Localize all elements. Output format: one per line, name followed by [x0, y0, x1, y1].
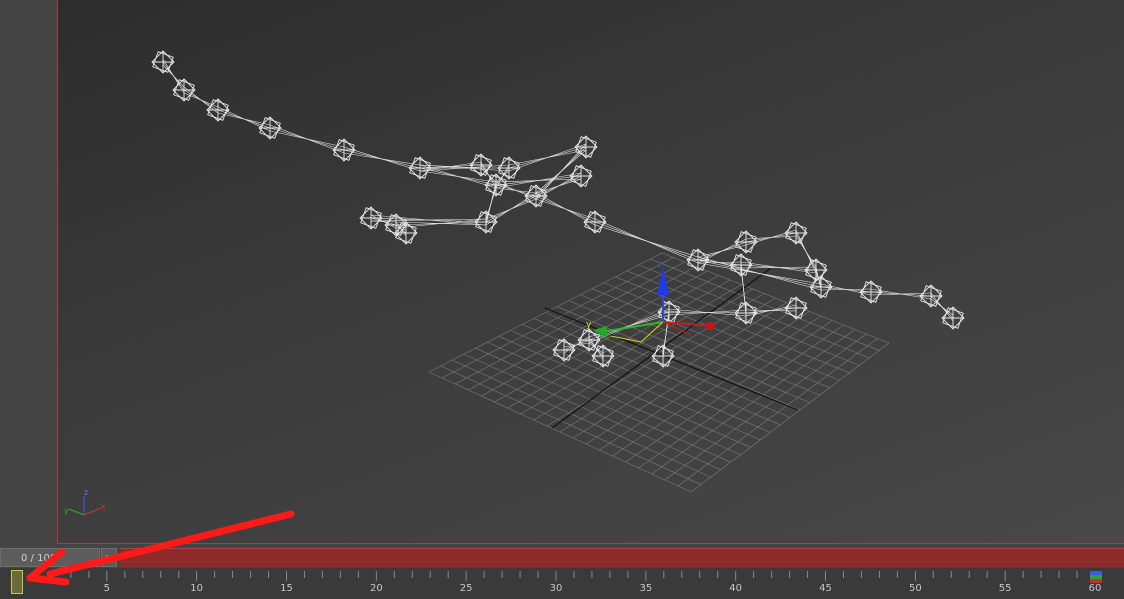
- biped-skeleton[interactable]: [151, 50, 965, 368]
- time-slider[interactable]: [120, 548, 1124, 567]
- tick-label: 5: [103, 583, 111, 594]
- tripod-z-label: z: [84, 488, 88, 497]
- tick-label: 50: [908, 583, 922, 594]
- gizmo-z-label: z: [658, 260, 663, 270]
- z-axis-arrow-icon[interactable]: [657, 266, 669, 295]
- tick-label: 15: [280, 583, 293, 594]
- key-marker-icon[interactable]: [1090, 571, 1102, 583]
- x-axis-handle-icon[interactable]: [705, 322, 715, 330]
- gizmo-y-label: y: [586, 320, 592, 330]
- tick-label: 30: [549, 583, 563, 594]
- tick-label: 60: [1088, 583, 1102, 594]
- playhead-marker[interactable]: [11, 570, 23, 594]
- next-frame-button[interactable]: >: [101, 548, 117, 567]
- tick-label: 55: [998, 583, 1012, 594]
- scene-canvas[interactable]: z y z x y: [57, 0, 1124, 544]
- axis-tripod: z x y: [64, 488, 106, 516]
- tick-label: 35: [639, 583, 653, 594]
- perspective-viewport[interactable]: z y z x y: [57, 0, 1124, 544]
- frame-counter[interactable]: 0 / 100: [0, 548, 100, 567]
- tripod-y-label: y: [64, 506, 69, 515]
- tick-label: 10: [190, 583, 204, 594]
- tick-label: 45: [819, 583, 832, 594]
- transform-gizmo[interactable]: z y: [586, 260, 715, 343]
- tick-label: 20: [369, 583, 383, 594]
- command-panel-edge: [0, 0, 56, 544]
- tick-label: 25: [459, 583, 473, 594]
- tick-label: 40: [729, 583, 743, 594]
- tripod-x-label: x: [101, 502, 106, 511]
